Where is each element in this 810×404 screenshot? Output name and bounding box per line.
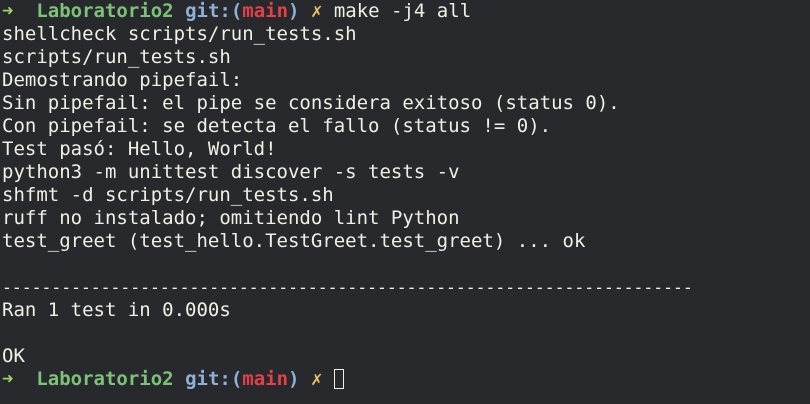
output-line: Sin pipefail: el pipe se considera exito…	[2, 92, 620, 114]
prompt-directory: Laboratorio2	[36, 0, 174, 22]
output-line: shfmt -d scripts/run_tests.sh	[2, 184, 334, 206]
output-line: shellcheck scripts/run_tests.sh	[2, 23, 357, 45]
prompt-line: ➜ Laboratorio2 git:(main) ✗	[2, 368, 344, 391]
prompt-arrow-icon: ➜	[2, 368, 14, 390]
separator-line: ----------------------------------------…	[2, 278, 693, 297]
git-branch: main	[242, 0, 289, 22]
prompt-directory: Laboratorio2	[36, 368, 174, 390]
output-line: Con pipefail: se detecta el fallo (statu…	[2, 115, 552, 137]
prompt-arrow-icon: ➜	[2, 0, 14, 22]
output-line: python3 -m unittest discover -s tests -v	[2, 161, 460, 183]
git-label: git:(	[185, 0, 243, 22]
output-line: Ran 1 test in 0.000s	[2, 299, 231, 321]
dirty-mark-icon: ✗	[310, 0, 323, 22]
output-line: test_greet (test_hello.TestGreet.test_gr…	[2, 230, 586, 252]
output-line: Test pasó: Hello, World!	[2, 138, 277, 160]
git-label-close: )	[288, 368, 300, 390]
prompt-line: ➜ Laboratorio2 git:(main) ✗ make -j4 all	[2, 0, 471, 23]
text-cursor[interactable]	[333, 369, 344, 389]
git-label: git:(	[185, 368, 243, 390]
output-line: scripts/run_tests.sh	[2, 46, 231, 68]
git-label-close: )	[288, 0, 300, 22]
output-line: ruff no instalado; omitiendo lint Python	[2, 207, 460, 229]
output-line: Demostrando pipefail:	[2, 69, 243, 91]
git-branch: main	[242, 368, 289, 390]
command-text: make -j4 all	[333, 0, 472, 22]
dirty-mark-icon: ✗	[310, 368, 323, 390]
output-line: OK	[2, 345, 25, 367]
terminal-window[interactable]: ➜ Laboratorio2 git:(main) ✗ make -j4 all…	[0, 0, 810, 404]
